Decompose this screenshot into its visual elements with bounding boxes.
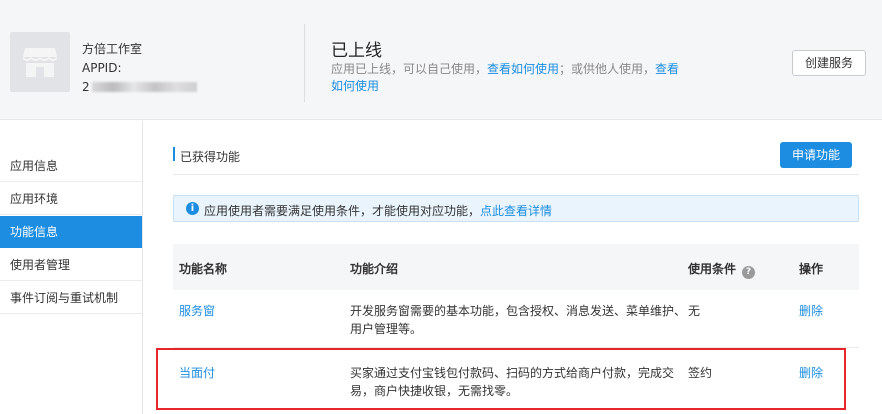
feature-description: 开发服务窗需要的基本功能，包含授权、消息发送、菜单维护、用户管理等。	[350, 304, 687, 336]
sidebar: 应用信息 应用环境 功能信息 使用者管理 事件订阅与重试机制	[0, 121, 143, 414]
section-marker	[173, 147, 175, 161]
apply-feature-button[interactable]: 申请功能	[780, 142, 852, 168]
sidebar-item-user-management[interactable]: 使用者管理	[0, 249, 142, 281]
header-usage-condition: 使用条件?	[688, 260, 756, 279]
app-logo	[10, 32, 70, 92]
app-name: 方倍工作室	[82, 42, 143, 56]
sidebar-item-event-subscription[interactable]: 事件订阅与重试机制	[0, 282, 142, 314]
create-service-button[interactable]: 创建服务	[792, 50, 866, 76]
usage-condition: 无	[688, 304, 701, 318]
section-title: 已获得功能	[180, 150, 241, 164]
appid-value: 2	[82, 80, 197, 94]
sidebar-item-app-env[interactable]: 应用环境	[0, 183, 142, 215]
view-details-link[interactable]: 点此查看详情	[480, 204, 552, 218]
store-icon	[23, 48, 57, 77]
section-divider	[173, 174, 859, 175]
appid-visible-digit: 2	[82, 80, 90, 94]
help-icon[interactable]: ?	[742, 266, 756, 279]
app-header: 方倍工作室 APPID: 2 已上线 应用已上线，可以自己使用，查看如何使用；或…	[0, 0, 882, 120]
sidebar-item-features[interactable]: 功能信息	[0, 216, 142, 248]
table-row: 服务窗 开发服务窗需要的基本功能，包含授权、消息发送、菜单维护、用户管理等。 无…	[173, 290, 859, 348]
appid-label: APPID:	[82, 61, 122, 75]
how-to-use-self-link[interactable]: 查看如何使用	[487, 62, 559, 76]
header-divider	[304, 24, 305, 102]
feature-name-link[interactable]: 服务窗	[179, 302, 215, 320]
header-feature-name: 功能名称	[179, 262, 228, 276]
status-description: 应用已上线，可以自己使用，查看如何使用；或供他人使用，查看如何使用	[331, 62, 680, 93]
info-icon: i	[186, 202, 199, 215]
highlight-annotation-box	[156, 348, 846, 410]
notice-text: 应用使用者需要满足使用条件，才能使用对应功能，点此查看详情	[204, 204, 553, 218]
header-feature-desc: 功能介绍	[350, 262, 399, 276]
sidebar-item-app-info[interactable]: 应用信息	[0, 150, 142, 182]
delete-link[interactable]: 删除	[799, 302, 823, 320]
appid-redacted	[91, 82, 197, 92]
info-notice: i 应用使用者需要满足使用条件，才能使用对应功能，点此查看详情	[173, 195, 859, 222]
header-operation: 操作	[799, 262, 824, 276]
status-title: 已上线	[331, 41, 382, 61]
table-header: 功能名称 功能介绍 使用条件? 操作	[173, 244, 859, 290]
